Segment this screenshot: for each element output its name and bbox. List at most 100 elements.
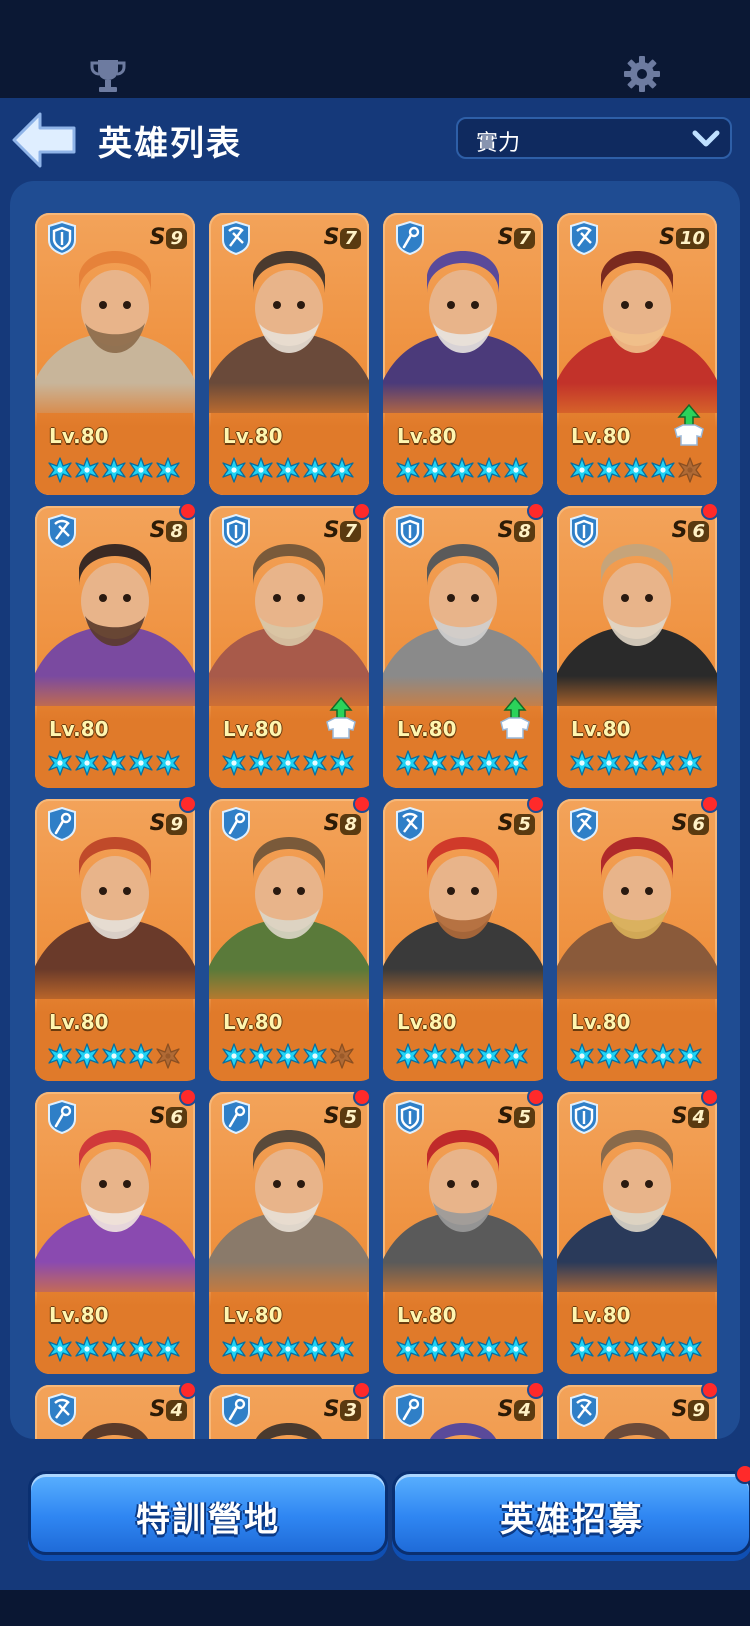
hero-level: Lv.80 [49,717,109,741]
hero-card[interactable]: S 6 Lv.80 [557,502,719,788]
rank-letter: S [149,518,166,543]
training-camp-label: 特訓營地 [136,1500,280,1540]
star-rating [47,1336,187,1362]
hero-card[interactable]: S4 [383,1381,545,1439]
hero-card[interactable]: S 7 Lv.80 [209,213,369,495]
rank-letter: S [323,518,340,543]
crossbow-class-icon [570,807,598,841]
hero-level: Lv.80 [397,717,457,741]
hero-card[interactable]: S 8 Lv.80 [209,795,371,1081]
crossbow-class-icon [48,1393,76,1427]
rank-number: 6 [688,521,709,542]
star-filled-icon [678,750,702,776]
rank-number: 7 [514,228,535,249]
hero-level: Lv.80 [397,1303,457,1327]
gear-icon[interactable] [622,54,662,94]
hero-level: Lv.80 [223,717,283,741]
hero-level: Lv.80 [49,424,109,448]
rank-letter: S [497,225,514,250]
star-filled-icon [48,457,72,483]
hero-card[interactable]: S4 [35,1381,197,1439]
hero-card[interactable]: S 5 Lv.80 [383,795,545,1081]
star-filled-icon [249,750,273,776]
star-rating [221,1043,361,1069]
star-filled-icon [156,750,180,776]
hero-level: Lv.80 [571,717,631,741]
star-filled-icon [102,1336,126,1362]
rank-number: 7 [340,521,361,542]
hero-card[interactable]: S 10 Lv.80 [557,213,717,495]
hero-card[interactable]: S 8 Lv.80 [383,502,545,788]
star-filled-icon [249,1336,273,1362]
star-filled-icon [75,750,99,776]
star-filled-icon [102,1043,126,1069]
rank-badge: S6 [150,1104,187,1129]
rank-letter: S [149,1104,166,1129]
star-filled-icon [477,457,501,483]
hero-level: Lv.80 [223,1010,283,1034]
page-title: 英雄列表 [98,124,242,164]
hero-card[interactable]: S 9 Lv.80 [35,795,197,1081]
hero-card[interactable]: S 4 Lv.80 [557,1088,719,1374]
star-filled-icon [504,1043,528,1069]
star-rating [569,1336,709,1362]
star-filled-icon [102,457,126,483]
star-filled-icon [222,457,246,483]
rank-badge: S8 [150,518,187,543]
rank-letter: S [497,1104,514,1129]
star-rating [395,1336,535,1362]
star-filled-icon [450,1336,474,1362]
rank-letter: S [497,811,514,836]
hero-card[interactable]: S3 [209,1381,371,1439]
hero-level: Lv.80 [571,424,631,448]
notification-dot [701,1088,719,1106]
star-filled-icon [423,750,447,776]
hero-card[interactable]: S 8 Lv.80 [35,502,197,788]
star-filled-icon [504,457,528,483]
rank-badge: S5 [324,1104,361,1129]
sort-dropdown[interactable]: 實力 [456,117,732,159]
hero-list-panel[interactable]: S 9 Lv.80 S 7 Lv.80 S 7 Lv.80 S 10 Lv.80 S 8 Lv.80 S 7 Lv… [10,181,740,1439]
rank-letter: S [671,518,688,543]
trophy-icon[interactable] [88,56,128,96]
star-filled-icon [222,1336,246,1362]
rank-badge: S 10 [659,225,709,250]
rank-badge: S9 [672,1397,709,1422]
rank-badge: S4 [672,1104,709,1129]
star-rating [47,457,187,483]
hero-level: Lv.80 [397,424,457,448]
star-filled-icon [330,1336,354,1362]
star-empty-icon [330,1043,354,1069]
shield-class-icon [48,221,76,255]
star-filled-icon [330,750,354,776]
rank-badge: S9 [150,811,187,836]
notification-dot [527,795,545,813]
star-filled-icon [75,1336,99,1362]
hero-recruit-button[interactable]: 英雄招募 [392,1464,750,1555]
rank-number: 3 [340,1400,361,1421]
hero-card[interactable]: S9 [557,1381,719,1439]
hero-card[interactable]: S 5 Lv.80 [209,1088,371,1374]
hero-card[interactable]: S 6 Lv.80 [35,1088,197,1374]
shield-class-icon [570,514,598,548]
star-rating [569,457,709,483]
star-filled-icon [624,1043,648,1069]
star-filled-icon [48,750,72,776]
hero-card[interactable]: S 7 Lv.80 [209,502,371,788]
hero-card[interactable]: S 6 Lv.80 [557,795,719,1081]
rank-badge: S8 [324,811,361,836]
upgrade-available-icon [326,696,356,739]
star-filled-icon [597,1043,621,1069]
back-arrow-icon[interactable] [10,110,80,170]
hero-card[interactable]: S 7 Lv.80 [383,213,543,495]
notification-dot [179,795,197,813]
star-filled-icon [450,1043,474,1069]
rank-letter: S [671,1397,688,1422]
hero-card[interactable]: S 9 Lv.80 [35,213,195,495]
star-filled-icon [597,457,621,483]
hero-card[interactable]: S 5 Lv.80 [383,1088,545,1374]
star-filled-icon [570,750,594,776]
rank-number: 5 [514,1107,535,1128]
training-camp-button[interactable]: 特訓營地 [28,1471,388,1555]
rank-number: 9 [166,814,187,835]
